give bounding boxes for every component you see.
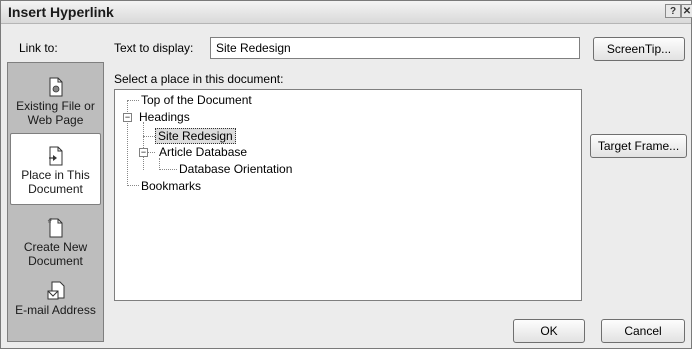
link-existing-file-line1: Existing File or bbox=[16, 99, 95, 113]
article-database-collapse-toggle[interactable]: − bbox=[139, 148, 148, 157]
tree-item-site-redesign[interactable]: Site Redesign bbox=[155, 128, 236, 144]
close-button[interactable]: ✕ bbox=[681, 4, 692, 18]
tree-item-bookmarks[interactable]: Bookmarks bbox=[141, 179, 201, 193]
tree-connector bbox=[127, 185, 139, 186]
tree-item-article-database[interactable]: Article Database bbox=[159, 145, 247, 159]
tree-item-database-orientation[interactable]: Database Orientation bbox=[179, 162, 292, 176]
link-create-new-document[interactable]: Create New Document bbox=[10, 206, 101, 278]
screentip-button[interactable]: ScreenTip... bbox=[593, 37, 685, 61]
email-address-icon bbox=[47, 281, 64, 300]
target-frame-button[interactable]: Target Frame... bbox=[590, 134, 687, 158]
help-button[interactable]: ? bbox=[665, 4, 681, 18]
cancel-button[interactable]: Cancel bbox=[601, 319, 685, 343]
existing-file-icon bbox=[49, 77, 62, 97]
tree-item-headings[interactable]: Headings bbox=[139, 110, 190, 124]
dialog-title: Insert Hyperlink bbox=[8, 4, 114, 20]
link-create-new-line1: Create New bbox=[23, 240, 88, 254]
insert-hyperlink-dialog: Insert Hyperlink ? ✕ Link to: Existing F… bbox=[0, 0, 692, 349]
ok-button[interactable]: OK bbox=[513, 319, 585, 343]
link-create-new-line2: Document bbox=[28, 254, 83, 268]
tree-connector bbox=[143, 122, 144, 170]
link-email-address[interactable]: E-mail Address bbox=[10, 269, 101, 341]
link-email-line1: E-mail Address bbox=[15, 303, 96, 317]
link-place-line2: Document bbox=[28, 182, 83, 196]
link-place-in-document[interactable]: Place in This Document bbox=[10, 133, 101, 205]
place-list-label: Select a place in this document: bbox=[114, 72, 284, 86]
link-to-label: Link to: bbox=[19, 41, 58, 55]
link-place-line1: Place in This bbox=[21, 168, 90, 182]
tree-connector bbox=[159, 169, 177, 170]
title-bar: Insert Hyperlink ? ✕ bbox=[1, 1, 692, 24]
text-to-display-input[interactable] bbox=[210, 37, 580, 59]
tree-connector bbox=[143, 136, 155, 137]
text-to-display-label: Text to display: bbox=[114, 41, 194, 55]
document-place-tree[interactable]: − − Top of the Document Headings Site Re… bbox=[114, 89, 582, 301]
headings-collapse-toggle[interactable]: − bbox=[123, 113, 132, 122]
place-in-document-icon bbox=[48, 146, 62, 166]
create-new-document-icon bbox=[47, 218, 62, 238]
link-existing-file-line2: Web Page bbox=[27, 113, 84, 127]
tree-item-top-of-document[interactable]: Top of the Document bbox=[141, 93, 252, 107]
tree-connector bbox=[127, 100, 139, 101]
link-to-panel: Existing File or Web Page Place in This … bbox=[7, 62, 104, 342]
link-existing-file[interactable]: Existing File or Web Page bbox=[10, 65, 101, 137]
